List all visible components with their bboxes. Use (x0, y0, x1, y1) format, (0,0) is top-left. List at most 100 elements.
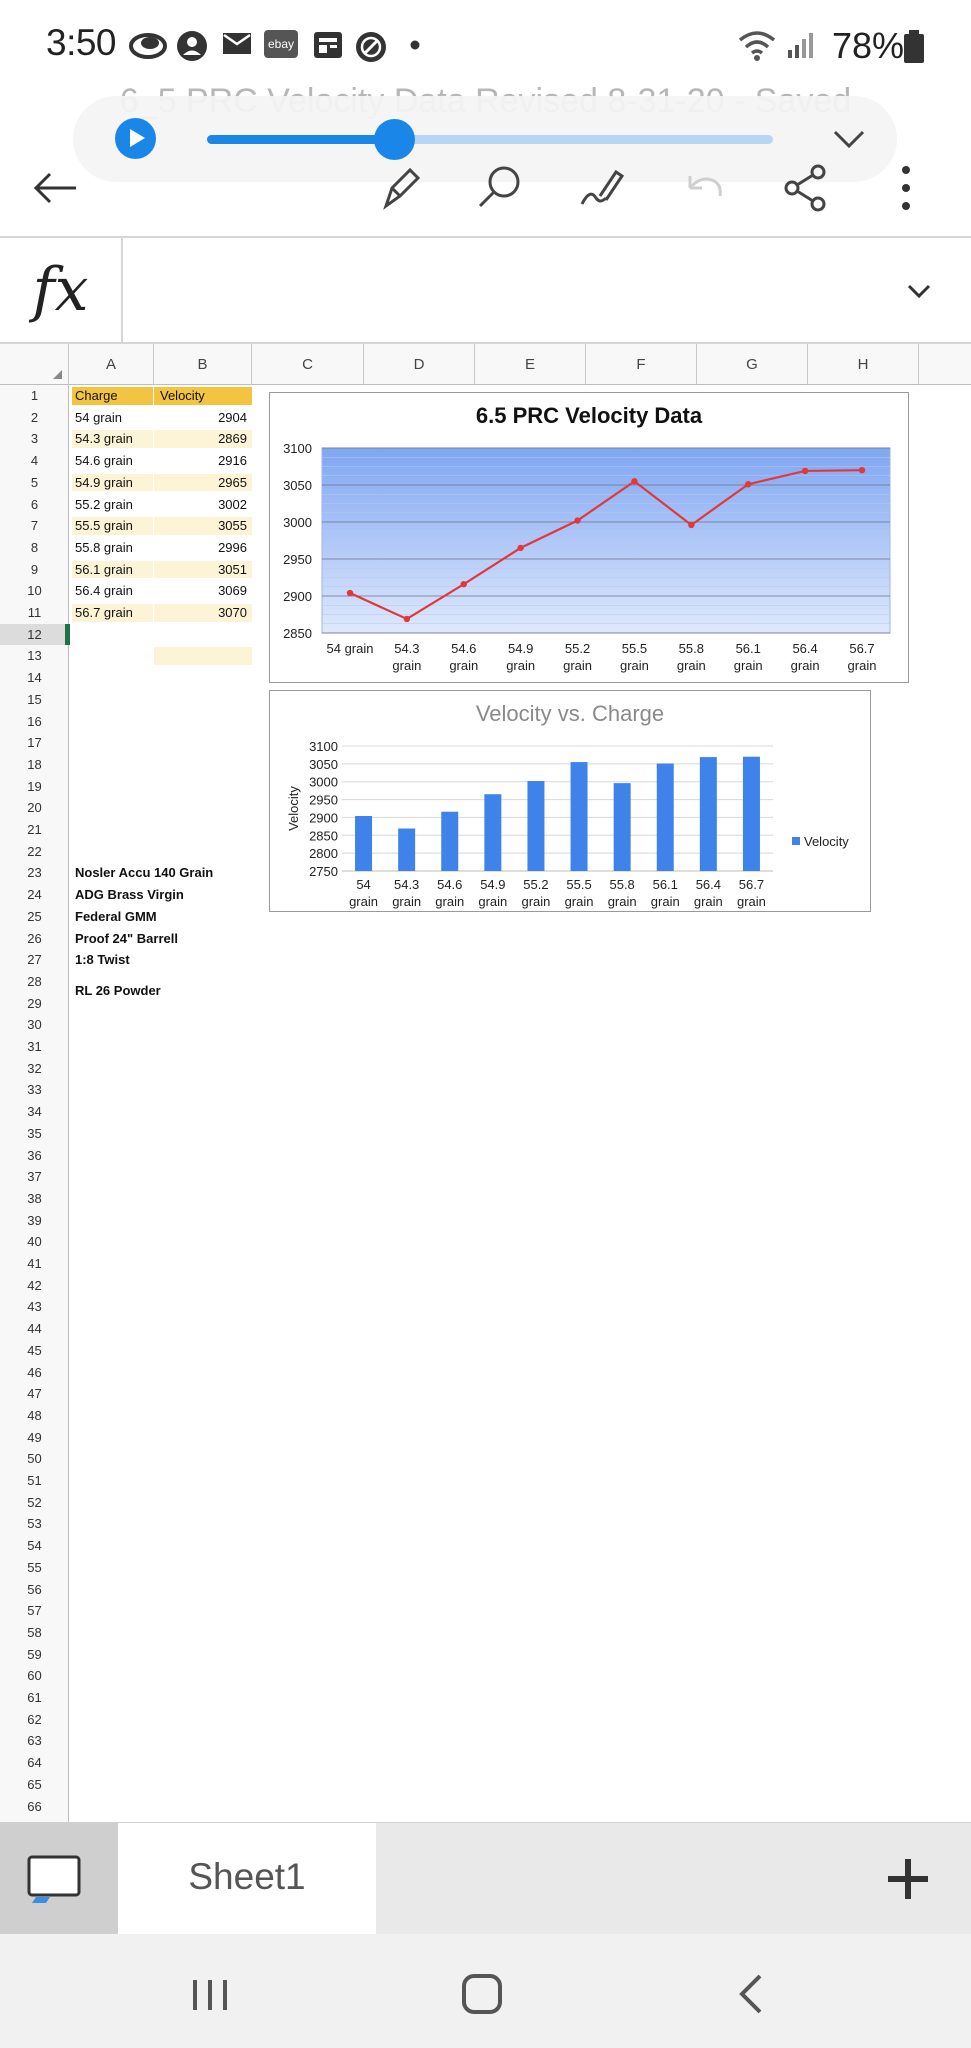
velocity-cell[interactable]: 3051 (154, 560, 252, 579)
velocity-cell[interactable]: 3002 (154, 496, 252, 514)
chevron-down-icon[interactable] (899, 272, 939, 312)
row-header[interactable]: 47 (0, 1383, 69, 1405)
row-header[interactable]: 48 (0, 1405, 69, 1427)
row-header[interactable]: 34 (0, 1101, 69, 1123)
row-header[interactable]: 17 (0, 732, 69, 754)
row-header[interactable]: 1 (0, 385, 69, 407)
column-header[interactable]: A (69, 344, 154, 385)
back-icon[interactable] (722, 1964, 782, 2024)
row-header[interactable]: 50 (0, 1448, 69, 1470)
row-header[interactable]: 4 (0, 450, 69, 472)
column-header[interactable]: F (586, 344, 697, 385)
row-header[interactable]: 19 (0, 776, 69, 798)
row-header[interactable]: 21 (0, 819, 69, 841)
row-header[interactable]: 2 (0, 407, 69, 429)
share-icon[interactable] (776, 158, 836, 218)
column-header[interactable]: E (475, 344, 586, 385)
velocity-cell[interactable]: 3069 (154, 582, 252, 600)
row-header[interactable]: 22 (0, 841, 69, 863)
velocity-cell[interactable]: 2996 (154, 539, 252, 557)
velocity-cell[interactable]: 2869 (154, 430, 252, 448)
row-header[interactable]: 18 (0, 754, 69, 776)
row-header[interactable]: 60 (0, 1665, 69, 1687)
search-icon[interactable] (470, 158, 530, 218)
row-header[interactable]: 30 (0, 1014, 69, 1036)
charge-cell[interactable]: 54.3 grain (72, 430, 153, 448)
row-header[interactable]: 3 (0, 428, 69, 450)
row-header[interactable]: 37 (0, 1166, 69, 1188)
header-cell-velocity[interactable]: Velocity (154, 387, 252, 405)
row-header[interactable]: 32 (0, 1058, 69, 1080)
formula-input[interactable] (124, 238, 904, 342)
row-header[interactable]: 46 (0, 1362, 69, 1384)
note-cell[interactable]: 1:8 Twist (75, 951, 130, 968)
charge-cell[interactable]: 55.5 grain (72, 517, 153, 535)
charge-cell[interactable]: 56.7 grain (72, 604, 153, 622)
row-header[interactable]: 27 (0, 949, 69, 971)
column-header[interactable]: H (808, 344, 919, 385)
chevron-down-icon[interactable] (829, 120, 869, 160)
row-header[interactable]: 6 (0, 494, 69, 516)
row-header[interactable]: 15 (0, 689, 69, 711)
row-header[interactable]: 49 (0, 1427, 69, 1449)
row-header[interactable]: 38 (0, 1188, 69, 1210)
tab-sheet1[interactable]: Sheet1 (118, 1823, 376, 1935)
ink-icon[interactable] (572, 158, 632, 218)
header-cell-charge[interactable]: Charge (72, 387, 153, 405)
row-header[interactable]: 23 (0, 862, 69, 884)
more-vertical-icon[interactable] (876, 158, 936, 218)
home-icon[interactable] (452, 1964, 512, 2024)
charge-cell[interactable]: 54 grain (72, 409, 153, 427)
velocity-cell[interactable]: 3055 (154, 517, 252, 535)
row-header[interactable]: 7 (0, 515, 69, 537)
row-header[interactable]: 11 (0, 602, 69, 624)
row-header[interactable]: 59 (0, 1644, 69, 1666)
row-header[interactable]: 40 (0, 1231, 69, 1253)
row-header[interactable]: 45 (0, 1340, 69, 1362)
row-header[interactable]: 54 (0, 1535, 69, 1557)
row-header[interactable]: 13 (0, 645, 69, 667)
line-chart[interactable]: 2850 2900 2950 3000 3050 3100 54 grain 54.3 grai… (269, 392, 909, 683)
draw-pen-icon[interactable] (372, 158, 432, 218)
sheet-view-toggle[interactable] (0, 1823, 118, 1935)
charge-cell[interactable]: 55.8 grain (72, 539, 153, 557)
velocity-cell[interactable]: 2916 (154, 452, 252, 470)
note-cell[interactable]: Proof 24" Barrell (75, 930, 178, 947)
row-header[interactable]: 55 (0, 1557, 69, 1579)
row-header[interactable]: 51 (0, 1470, 69, 1492)
velocity-cell[interactable]: 2965 (154, 473, 252, 492)
row-header[interactable]: 24 (0, 884, 69, 906)
recent-apps-icon[interactable] (180, 1964, 240, 2024)
row-header[interactable]: 25 (0, 906, 69, 928)
column-header[interactable]: G (697, 344, 808, 385)
note-cell[interactable]: RL 26 Powder (75, 982, 161, 999)
select-all-corner[interactable] (0, 344, 69, 385)
row-header[interactable]: 66 (0, 1796, 69, 1818)
row-header[interactable]: 44 (0, 1318, 69, 1340)
add-sheet-button[interactable] (886, 1857, 930, 1901)
row-header[interactable]: 64 (0, 1752, 69, 1774)
empty-cell[interactable] (154, 647, 252, 665)
charge-cell[interactable]: 56.1 grain (72, 560, 153, 579)
seek-thumb[interactable] (373, 119, 415, 160)
velocity-cell[interactable]: 2904 (154, 409, 252, 427)
row-header[interactable]: 62 (0, 1709, 69, 1731)
row-header[interactable]: 36 (0, 1145, 69, 1167)
undo-icon[interactable] (676, 158, 736, 218)
row-header[interactable]: 57 (0, 1600, 69, 1622)
note-cell[interactable]: ADG Brass Virgin (75, 886, 184, 903)
back-arrow-icon[interactable] (26, 158, 86, 218)
charge-cell[interactable]: 54.6 grain (72, 452, 153, 470)
row-header[interactable]: 39 (0, 1210, 69, 1232)
column-header[interactable]: D (364, 344, 475, 385)
row-header[interactable]: 12 (0, 623, 70, 646)
column-header[interactable]: C (252, 344, 364, 385)
row-header[interactable]: 61 (0, 1687, 69, 1709)
row-header[interactable]: 58 (0, 1622, 69, 1644)
row-header[interactable]: 43 (0, 1296, 69, 1318)
row-header[interactable]: 16 (0, 711, 69, 733)
row-header[interactable]: 28 (0, 971, 69, 993)
row-header[interactable]: 35 (0, 1123, 69, 1145)
row-header[interactable]: 8 (0, 537, 69, 559)
row-header[interactable]: 5 (0, 472, 69, 494)
